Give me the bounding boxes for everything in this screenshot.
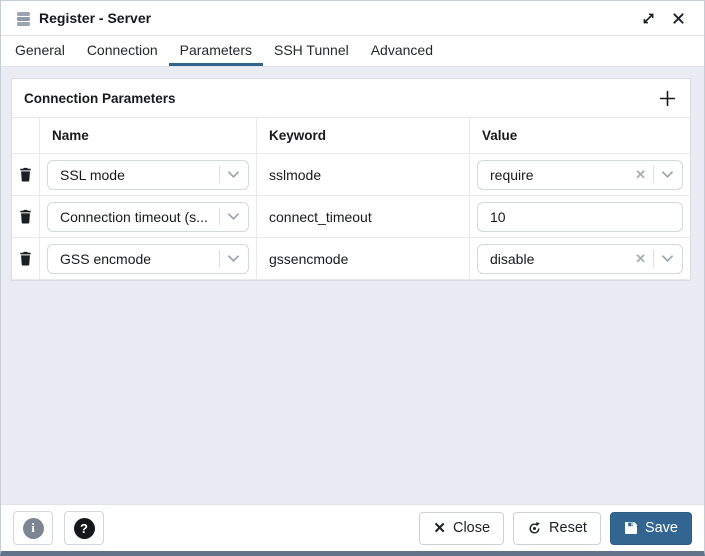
delete-row-icon[interactable] <box>19 251 32 266</box>
sql-info-button[interactable]: i <box>13 511 53 545</box>
table-row-delete-cell <box>12 154 40 196</box>
reset-button[interactable]: Reset <box>513 511 601 545</box>
parameters-table: Name Keyword Value SSL mode sslmode requ… <box>12 118 690 280</box>
chevron-down-icon[interactable] <box>661 166 674 184</box>
tab-parameters[interactable]: Parameters <box>168 36 263 66</box>
delete-row-icon[interactable] <box>19 167 32 182</box>
clear-value-icon[interactable]: ✕ <box>635 167 646 183</box>
chevron-down-icon[interactable] <box>227 166 240 184</box>
table-row-value-cell <box>470 196 690 238</box>
expand-icon[interactable] <box>637 7 659 29</box>
save-icon <box>624 521 638 535</box>
table-row-delete-cell <box>12 196 40 238</box>
value-select-value: require <box>490 166 534 183</box>
close-icon[interactable] <box>667 7 689 29</box>
parameters-tab-content: Connection Parameters Name Keyword Value <box>1 67 704 504</box>
value-select[interactable]: disable ✕ <box>477 243 683 274</box>
dialog-title: Register - Server <box>39 10 152 26</box>
close-button[interactable]: ✕ Close <box>419 511 505 545</box>
name-select-value: GSS encmode <box>60 250 152 267</box>
add-parameter-button[interactable] <box>656 87 678 109</box>
table-row-name-cell: Connection timeout (s... <box>40 196 257 238</box>
table-row-name-cell: SSL mode <box>40 154 257 196</box>
table-row-value-cell: require ✕ <box>470 154 690 196</box>
connection-parameters-panel: Connection Parameters Name Keyword Value <box>11 78 691 281</box>
dialog-tabs: General Connection Parameters SSH Tunnel… <box>1 36 704 67</box>
titlebar: Register - Server <box>1 1 704 36</box>
chevron-down-icon[interactable] <box>227 208 240 226</box>
table-row-keyword-cell: gssencmode <box>257 238 470 280</box>
info-icon: i <box>22 517 44 539</box>
value-select-value: disable <box>490 250 535 267</box>
clear-value-icon[interactable]: ✕ <box>635 251 646 267</box>
tab-ssh-tunnel[interactable]: SSH Tunnel <box>263 36 360 66</box>
dialog-footer: i ? ✕ Close Reset Save <box>1 504 704 551</box>
chevron-down-icon[interactable] <box>661 250 674 268</box>
table-row-keyword-cell: sslmode <box>257 154 470 196</box>
delete-row-icon[interactable] <box>19 209 32 224</box>
server-icon <box>15 10 32 27</box>
name-select-value: SSL mode <box>60 166 125 183</box>
column-header-name: Name <box>40 118 257 154</box>
table-row-value-cell: disable ✕ <box>470 238 690 280</box>
reset-icon <box>527 521 542 536</box>
register-server-dialog: Register - Server General Connection Par… <box>0 0 705 556</box>
name-select-value: Connection timeout (s... <box>60 208 208 225</box>
value-select[interactable]: require ✕ <box>477 159 683 190</box>
save-button[interactable]: Save <box>609 511 692 545</box>
help-icon: ? <box>73 517 95 539</box>
name-select[interactable]: SSL mode <box>47 159 249 190</box>
table-row-delete-cell <box>12 238 40 280</box>
chevron-down-icon[interactable] <box>227 250 240 268</box>
column-header-delete <box>12 118 40 154</box>
panel-header: Connection Parameters <box>12 79 690 118</box>
name-select[interactable]: GSS encmode <box>47 243 249 274</box>
tab-advanced[interactable]: Advanced <box>360 36 444 66</box>
help-button[interactable]: ? <box>64 511 104 545</box>
tab-general[interactable]: General <box>4 36 76 66</box>
column-header-value: Value <box>470 118 690 154</box>
value-input[interactable] <box>477 201 683 232</box>
tab-connection[interactable]: Connection <box>76 36 169 66</box>
panel-title: Connection Parameters <box>24 90 176 106</box>
name-select[interactable]: Connection timeout (s... <box>47 201 249 232</box>
close-x-icon: ✕ <box>433 520 446 537</box>
table-row-name-cell: GSS encmode <box>40 238 257 280</box>
column-header-keyword: Keyword <box>257 118 470 154</box>
table-row-keyword-cell: connect_timeout <box>257 196 470 238</box>
